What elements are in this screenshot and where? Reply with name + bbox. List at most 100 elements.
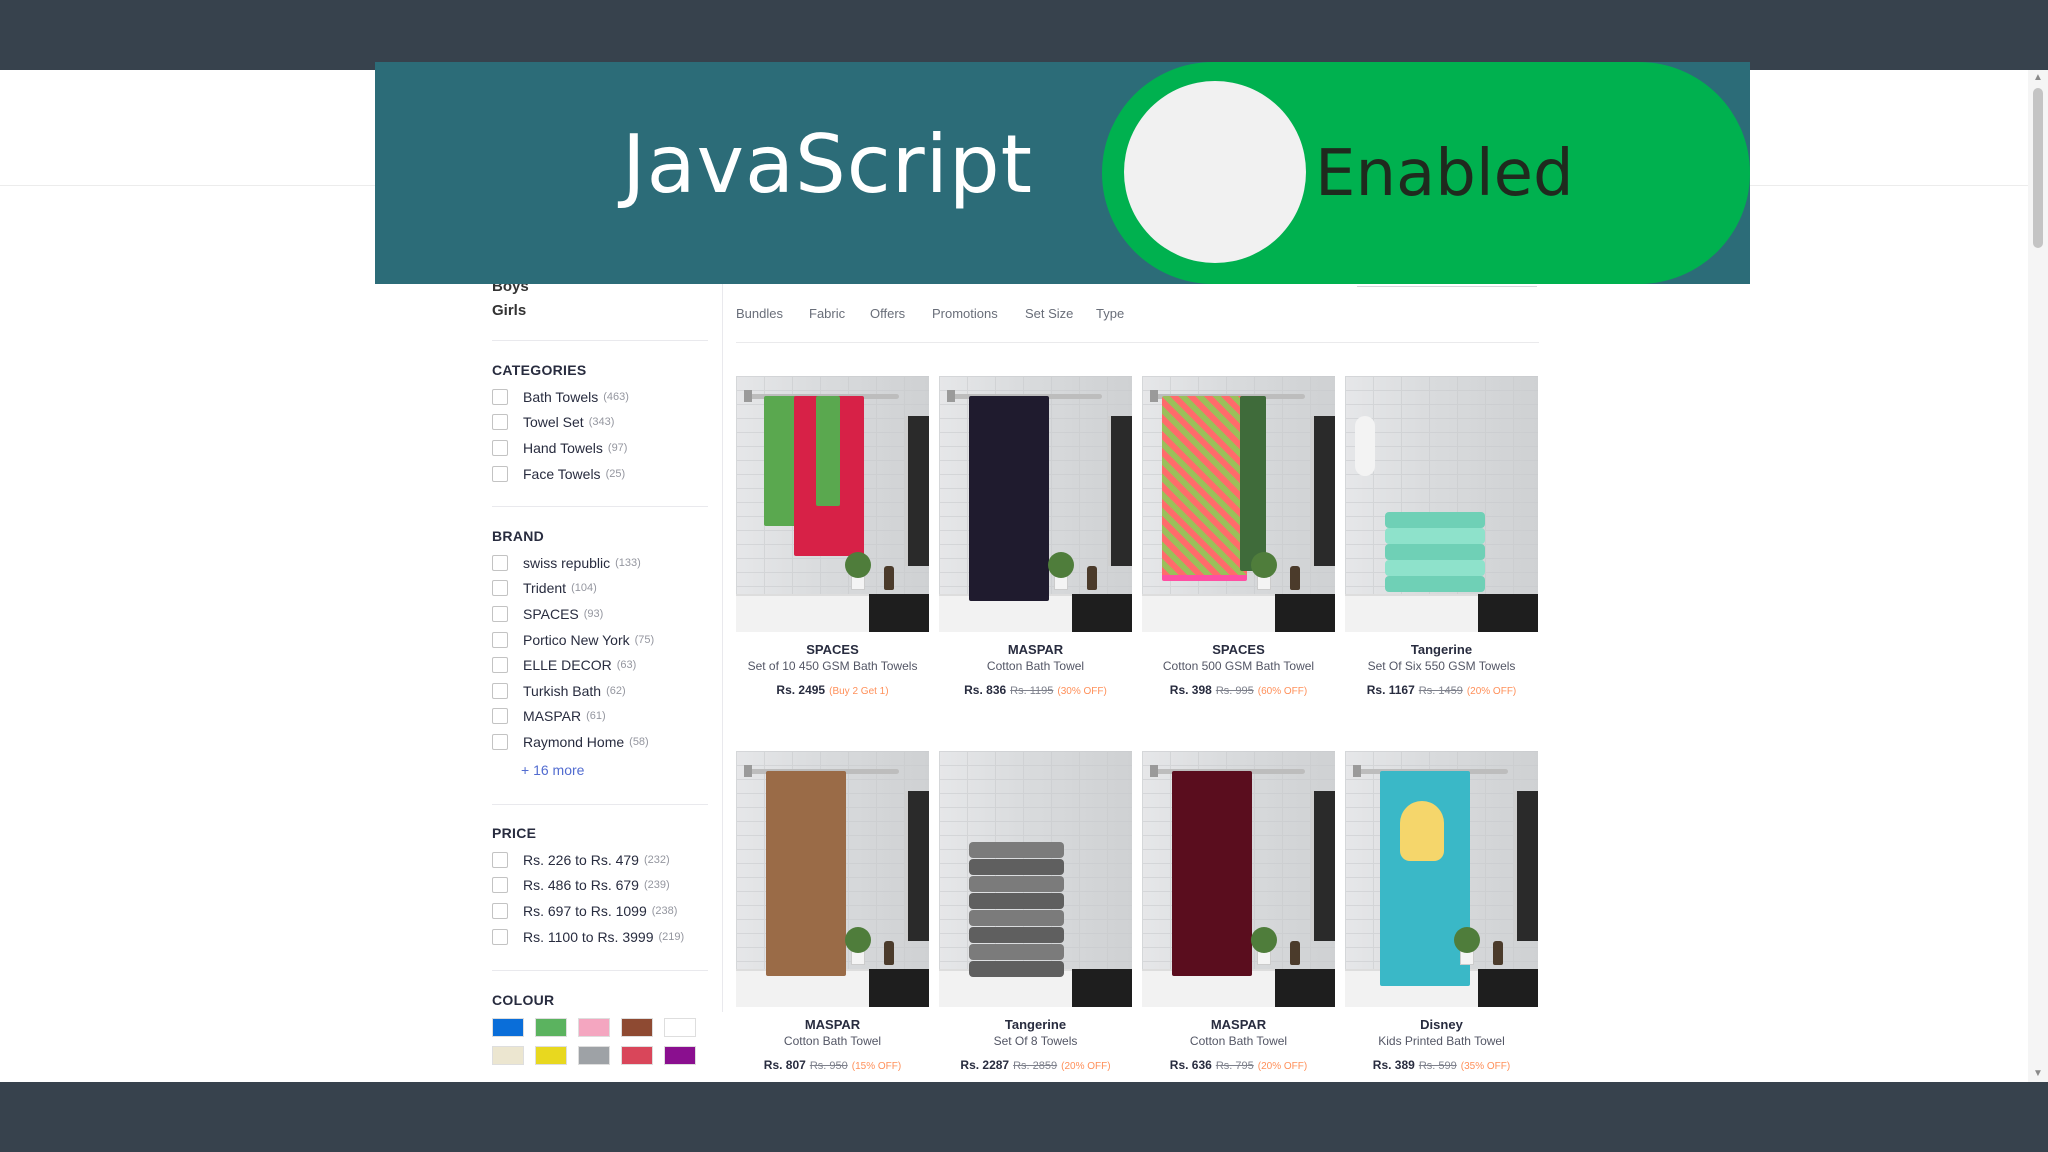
checkbox[interactable] [492, 388, 508, 405]
colour-swatch[interactable] [664, 1046, 696, 1065]
filter-tab-offers[interactable]: Offers [870, 306, 905, 321]
product-image[interactable] [1345, 751, 1538, 1007]
colour-swatch[interactable] [492, 1046, 524, 1065]
product-name: Cotton Bath Towel [1189, 1034, 1288, 1048]
option-label: ELLE DECOR [523, 657, 612, 674]
product-card[interactable]: MASPAR Cotton Bath Towel Rs. 636 Rs. 795 (20… [1142, 751, 1335, 1072]
category-option[interactable]: Towel Set (343) [492, 410, 708, 436]
product-brand: Tangerine [1004, 1017, 1067, 1032]
scroll-down-icon[interactable]: ▼ [2028, 1066, 2048, 1082]
product-card[interactable]: MASPAR Cotton Bath Towel Rs. 836 Rs. 1195 (3… [939, 376, 1132, 697]
checkbox[interactable] [492, 580, 508, 597]
scroll-up-icon[interactable]: ▲ [2028, 70, 2048, 86]
mirror-image [1514, 791, 1538, 941]
scroll-thumb[interactable] [2033, 88, 2043, 248]
product-discount: (20% OFF) [1061, 1061, 1111, 1072]
bottle-image [884, 566, 894, 590]
plant-image [1251, 552, 1277, 578]
towel-stack-layer [969, 876, 1064, 892]
towel-stack-layer [1385, 512, 1485, 528]
colour-swatch[interactable] [535, 1018, 567, 1037]
colour-swatch[interactable] [578, 1018, 610, 1037]
top-frame-bar [0, 0, 2048, 70]
option-label: Towel Set [523, 414, 584, 431]
brand-option[interactable]: MASPAR (61) [492, 704, 708, 730]
price-row: Rs. 389 Rs. 599 (35% OFF) [1345, 1058, 1538, 1072]
category-option[interactable]: Hand Towels (97) [492, 435, 708, 461]
product-image[interactable] [1142, 751, 1335, 1007]
section-divider [492, 970, 708, 971]
option-count: (93) [583, 607, 604, 620]
brand-option[interactable]: Turkish Bath (62) [492, 678, 708, 704]
colour-swatch[interactable] [664, 1018, 696, 1037]
checkbox[interactable] [492, 605, 508, 622]
sort-dropdown[interactable] [1357, 284, 1537, 287]
price-option[interactable]: Rs. 486 to Rs. 679 (239) [492, 873, 708, 899]
brand-option[interactable]: Raymond Home (58) [492, 729, 708, 755]
brand-option[interactable]: Trident (104) [492, 576, 708, 602]
brand-option[interactable]: Portico New York (75) [492, 627, 708, 653]
colour-swatch[interactable] [621, 1018, 653, 1037]
product-image[interactable] [939, 376, 1132, 632]
option-label: Trident [523, 580, 567, 597]
checkbox[interactable] [492, 877, 508, 894]
brand-more-link[interactable]: + 16 more [492, 757, 708, 783]
option-label: Turkish Bath [523, 682, 602, 699]
brand-option[interactable]: swiss republic (133) [492, 550, 708, 576]
price-row: Rs. 2287 Rs. 2859 (20% OFF) [939, 1058, 1132, 1072]
toggle-knob[interactable] [1124, 81, 1306, 263]
checkbox[interactable] [492, 733, 508, 750]
brand-option[interactable]: ELLE DECOR (63) [492, 652, 708, 678]
product-image[interactable] [1345, 376, 1538, 632]
brand-title: BRAND [492, 528, 545, 544]
checkbox[interactable] [492, 554, 508, 571]
price-option[interactable]: Rs. 1100 to Rs. 3999 (219) [492, 924, 708, 950]
checkbox[interactable] [492, 851, 508, 868]
colour-swatch[interactable] [621, 1046, 653, 1065]
category-option[interactable]: Bath Towels (463) [492, 384, 708, 410]
filter-tab-bundles[interactable]: Bundles [736, 306, 783, 321]
product-image[interactable] [1142, 376, 1335, 632]
filter-tab-promotions[interactable]: Promotions [932, 306, 998, 321]
price-option[interactable]: Rs. 697 to Rs. 1099 (238) [492, 898, 708, 924]
product-card[interactable]: Tangerine Set Of 8 Towels Rs. 2287 Rs. 2859… [939, 751, 1132, 1072]
filter-tab-type[interactable]: Type [1096, 306, 1124, 321]
product-mrp: Rs. 2859 [1013, 1060, 1058, 1072]
checkbox[interactable] [492, 439, 508, 456]
filter-tab-set-size[interactable]: Set Size [1025, 306, 1073, 321]
checkbox[interactable] [492, 657, 508, 674]
plant-pot [851, 576, 865, 590]
colour-swatch[interactable] [535, 1046, 567, 1065]
product-mrp: Rs. 1195 [1010, 685, 1054, 697]
product-image[interactable] [736, 751, 929, 1007]
brand-option[interactable]: SPACES (93) [492, 601, 708, 627]
category-option[interactable]: Face Towels (25) [492, 461, 708, 487]
option-label: Rs. 1100 to Rs. 3999 [523, 928, 654, 945]
product-card[interactable]: Tangerine Set Of Six 550 GSM Towels Rs. 11… [1345, 376, 1538, 697]
product-image[interactable] [736, 376, 929, 632]
vertical-scrollbar[interactable]: ▲ ▼ [2028, 70, 2048, 1082]
checkbox[interactable] [492, 928, 508, 945]
product-card[interactable]: MASPAR Cotton Bath Towel Rs. 807 Rs. 950 (15… [736, 751, 929, 1072]
checkbox[interactable] [492, 902, 508, 919]
gender-girls[interactable]: Girls [492, 302, 526, 319]
checkbox[interactable] [492, 465, 508, 482]
product-image[interactable] [939, 751, 1132, 1007]
checkbox[interactable] [492, 631, 508, 648]
plant-image [845, 927, 871, 953]
mirror-image [905, 791, 929, 941]
product-card[interactable]: SPACES Set of 10 450 GSM Bath Towels Rs. 2… [736, 376, 929, 697]
checkbox[interactable] [492, 708, 508, 725]
product-card[interactable]: Disney Kids Printed Bath Towel Rs. 389 Rs. … [1345, 751, 1538, 1072]
checkbox[interactable] [492, 682, 508, 699]
checkbox[interactable] [492, 414, 508, 431]
colour-swatch[interactable] [578, 1046, 610, 1065]
colour-swatch[interactable] [492, 1018, 524, 1037]
product-card[interactable]: SPACES Cotton 500 GSM Bath Towel Rs. 398 Rs… [1142, 376, 1335, 697]
product-price: Rs. 836 [964, 683, 1007, 697]
option-label: Bath Towels [523, 388, 599, 405]
filter-tab-fabric[interactable]: Fabric [809, 306, 845, 321]
price-option[interactable]: Rs. 226 to Rs. 479 (232) [492, 847, 708, 873]
mirror-image [1108, 416, 1132, 566]
plant-pot [1257, 576, 1271, 590]
